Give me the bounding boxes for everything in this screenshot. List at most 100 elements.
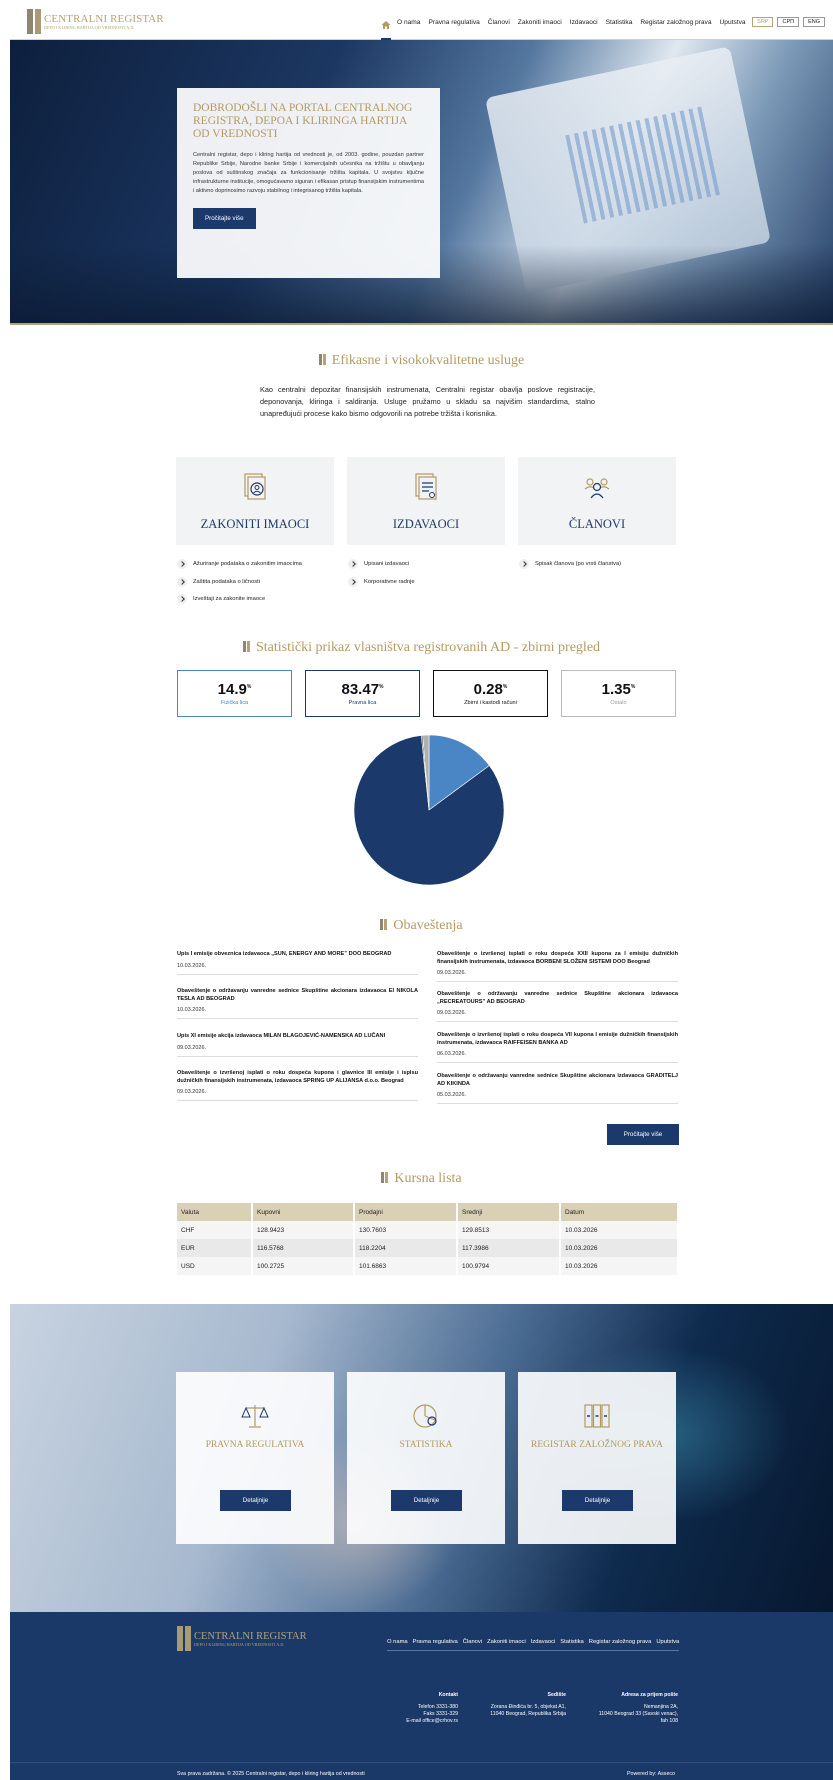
chevron-right-icon (348, 577, 358, 587)
documents-icon (413, 472, 439, 502)
footer-nav-registar-zaloznog-prava[interactable]: Registar založnog prava (589, 1639, 652, 1645)
footer-nav-o-nama[interactable]: O nama (387, 1639, 408, 1645)
nav-zakoniti-imaoci[interactable]: Zakoniti imaoci (518, 19, 562, 26)
lang-srp-cyrillic[interactable]: СРП (777, 17, 800, 27)
pie-chart-icon (411, 1402, 441, 1430)
stat-unit: % (630, 684, 636, 690)
nav-statistika[interactable]: Statistika (606, 19, 633, 26)
main-nav: O nama Pravna regulativa Članovi Zakonit… (381, 17, 754, 29)
footer-nav-izdavaoci[interactable]: Izdavaoci (531, 1639, 556, 1645)
feature-card-pravna-regulativa: PRAVNA REGULATIVA Detaljnije (176, 1372, 334, 1544)
hero-divider (10, 323, 833, 325)
powered-by[interactable]: Powered by: Asseco (627, 1771, 675, 1777)
stats-heading: Statistički prikaz vlasništva registrova… (10, 640, 833, 656)
chevron-right-icon (348, 559, 358, 569)
footer-nav-pravna-regulativa[interactable]: Pravna regulativa (413, 1639, 458, 1645)
stat-value: 1.35 (601, 681, 631, 698)
news-item[interactable]: Upis XI emisije akcija izdavaoca MILAN B… (177, 1033, 418, 1057)
table-header-row: Valuta Kupovni Prodajni Srednji Datum (177, 1203, 679, 1221)
footer-nav-uputstva[interactable]: Uputstva (656, 1639, 679, 1645)
copyright: Sva prava zadržana. © 2025 Centralni reg… (177, 1771, 365, 1777)
stat-label: Zbirni i kastodi računi (464, 700, 517, 706)
footer-seat: Sedište Zorana Đinđića br. 5, objekat A1… (490, 1692, 566, 1717)
news-item[interactable]: Obaveštenje o izvršenoj isplati o roku d… (437, 951, 678, 982)
footer-nav: O nama Pravna regulativa Članovi Zakonit… (387, 1639, 680, 1651)
link-izvestaji-zakoniti-imaoci[interactable]: Izveštaji za zakonite imaoce (177, 594, 265, 604)
news-item[interactable]: Obaveštenje o izvršenoj isplati o roku d… (177, 1070, 418, 1101)
page: CENTRALNI REGISTAR DEPO I KLIRING HARTIJ… (10, 0, 833, 1780)
nav-pravna-regulativa[interactable]: Pravna regulativa (428, 19, 479, 26)
table-row: EUR 116.5768 118.2204 117.3986 10.03.2026 (177, 1239, 679, 1257)
footer-nav-clanovi[interactable]: Članovi (463, 1639, 482, 1645)
service-card-izdavaoci[interactable]: IZDAVAOCI (347, 457, 505, 545)
news-item[interactable]: Upis I emisije obveznica izdavaoca „SUN,… (177, 951, 418, 975)
column-header: Kupovni (252, 1203, 355, 1221)
stat-value: 0.28 (473, 681, 503, 698)
site-header: CENTRALNI REGISTAR DEPO I KLIRING HARTIJ… (10, 0, 833, 40)
footer-nav-statistika[interactable]: Statistika (560, 1639, 584, 1645)
stat-label: Ostalo (610, 700, 627, 706)
nav-registar-zaloznog-prava[interactable]: Registar založnog prava (640, 19, 711, 26)
table-row: CHF 128.9423 130.7603 129.8513 10.03.2026 (177, 1221, 679, 1239)
nav-o-nama[interactable]: O nama (397, 19, 420, 26)
footer-email[interactable]: E-mail office@crhov.rs (406, 1718, 458, 1725)
chevron-right-icon (177, 577, 187, 587)
logo-mark (177, 1626, 191, 1651)
feature-label: REGISTAR ZALOŽNOG PRAVA (531, 1440, 663, 1450)
service-label: IZDAVAOCI (392, 517, 460, 531)
footer-contact: Kontakt Telefon 3331-380 Faks 3331-329 E… (406, 1692, 458, 1725)
lang-srp-latin[interactable]: SRP (752, 17, 774, 27)
feature-banner: PRAVNA REGULATIVA Detaljnije STATISTIKA … (10, 1304, 833, 1612)
service-card-clanovi[interactable]: ČLANOVI (518, 457, 676, 545)
logo[interactable]: CENTRALNI REGISTAR DEPO I KLIRING HARTIJ… (27, 9, 164, 34)
nav-clanovi[interactable]: Članovi (488, 19, 510, 26)
document-user-icon (242, 472, 268, 502)
link-azuriranje-podataka[interactable]: Ažuriranje podataka o zakonitim imaocima (177, 559, 302, 569)
link-upisani-izdavaoci[interactable]: Upisani izdavaoci (348, 559, 409, 569)
stat-value: 14.9 (217, 681, 247, 698)
scales-icon (240, 1402, 270, 1430)
nav-izdavaoci[interactable]: Izdavaoci (570, 19, 598, 26)
link-korporativne-radnje[interactable]: Korporativne radnje (348, 577, 415, 587)
lang-eng[interactable]: ENG (803, 17, 825, 27)
link-zastita-podataka[interactable]: Zaštita podataka o ličnosti (177, 577, 260, 587)
details-button[interactable]: Detaljnije (562, 1490, 633, 1511)
services-intro: Kao centralni depozitar finansijskih ins… (260, 385, 595, 418)
stat-card-pravna-lica[interactable]: 83.47% Pravna lica (305, 670, 420, 717)
news-heading: Obaveštenja (10, 918, 833, 934)
stat-card-zbirni-kastodi[interactable]: 0.28% Zbirni i kastodi računi (433, 670, 548, 717)
logo-subtitle: DEPO I KLIRING HARTIJA OD VREDNOSTI A.D. (44, 24, 135, 30)
hero-read-more-button[interactable]: Pročitajte više (193, 208, 256, 229)
news-item[interactable]: Obaveštenje o održavanju vanredne sednic… (437, 991, 678, 1022)
news-item[interactable]: Obaveštenje o izvršenoj isplati o roku d… (437, 1032, 678, 1063)
footer-logo-title: CENTRALNI REGISTAR (194, 1630, 307, 1642)
chevron-right-icon (177, 559, 187, 569)
footer-nav-zakoniti-imaoci[interactable]: Zakoniti imaoci (487, 1639, 526, 1645)
stat-unit: % (379, 684, 384, 690)
column-header: Valuta (177, 1203, 253, 1221)
nav-uputstva[interactable]: Uputstva (720, 19, 746, 26)
stat-card-ostalo[interactable]: 1.35% Ostalo (561, 670, 676, 717)
column-header: Srednji (457, 1203, 561, 1221)
feature-label: PRAVNA REGULATIVA (205, 1440, 305, 1450)
link-spisak-clanova[interactable]: Spisak članova (po vrsti članstva) (519, 559, 621, 569)
news-item[interactable]: Obaveštenje o održavanju vanredne sednic… (177, 988, 418, 1019)
services-heading: Efikasne i visokokvalitetne usluge (10, 353, 833, 369)
details-button[interactable]: Detaljnije (391, 1490, 462, 1511)
stat-label: Fizička lica (220, 700, 249, 706)
feature-card-statistika: STATISTIKA Detaljnije (347, 1372, 505, 1544)
stat-label: Pravna lica (348, 700, 377, 706)
footer-mail-address: Adresa za prijem pošte Nemanjina 2A, 110… (598, 1692, 678, 1724)
news-read-more-button[interactable]: Pročitajte više (607, 1124, 679, 1145)
hero-banner: DOBRODOŠLI NA PORTAL CENTRALNOG REGISTRA… (10, 40, 833, 325)
news-item[interactable]: Obaveštenje o održavanju vanredne sednic… (437, 1073, 678, 1104)
home-icon[interactable] (381, 17, 391, 29)
details-button[interactable]: Detaljnije (220, 1490, 291, 1511)
footer-logo[interactable]: CENTRALNI REGISTAR DEPO I KLIRING HARTIJ… (177, 1626, 307, 1651)
column-header: Datum (560, 1203, 679, 1221)
chevron-right-icon (177, 594, 187, 604)
logo-title: CENTRALNI REGISTAR (44, 12, 164, 25)
stat-card-fizicka-lica[interactable]: 14.9% Fizička lica (177, 670, 292, 717)
service-label: ZAKONITI IMAOCI (200, 517, 310, 531)
service-card-zakoniti-imaoci[interactable]: ZAKONITI IMAOCI (176, 457, 334, 545)
